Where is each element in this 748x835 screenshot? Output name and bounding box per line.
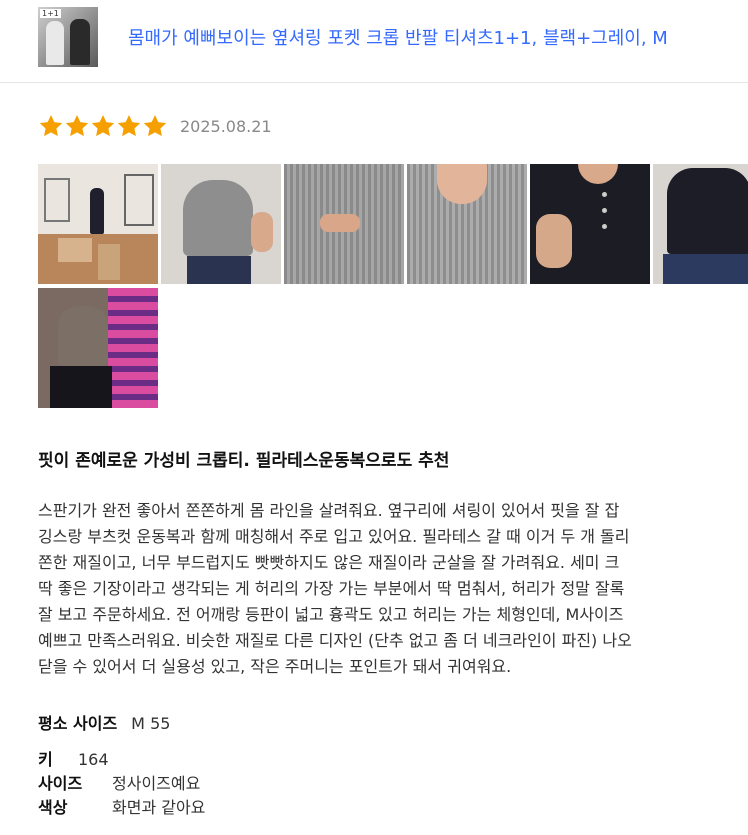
review-photo-5[interactable] [530, 164, 650, 284]
attribute-row-color: 색상 화면과 같아요 [38, 796, 205, 820]
review-body-line: 예쁘고 만족스러워요. 비슷한 재질로 다른 디자인 (단추 없고 좀 더 네크… [38, 631, 632, 650]
thumbnail-tag: 1+1 [40, 9, 61, 18]
attribute-key: 키 [38, 750, 53, 769]
review-body-line: 깅스랑 부츠컷 운동복과 함께 매칭해서 주로 입고 있어요. 필라테스 갈 때… [38, 527, 630, 546]
usual-size-label: 평소 사이즈 [38, 714, 118, 733]
star-icon [64, 113, 90, 139]
review-body: 스판기가 완전 좋아서 쫀쫀하게 몸 라인을 살려줘요. 옆구리에 셔링이 있어… [38, 498, 748, 680]
review-photo-4[interactable] [407, 164, 527, 284]
usual-size-row: 평소 사이즈 M 55 [38, 710, 170, 734]
review-photo-1[interactable] [38, 164, 158, 284]
review-photo-2[interactable] [161, 164, 281, 284]
attribute-key: 사이즈 [38, 774, 83, 793]
star-icon [116, 113, 142, 139]
usual-size-value: M 55 [131, 714, 171, 733]
attribute-key: 색상 [38, 798, 68, 817]
attribute-value: 화면과 같아요 [112, 798, 206, 817]
review-date: 2025.08.21 [180, 116, 272, 136]
review-photo-3[interactable] [284, 164, 404, 284]
product-thumbnail[interactable]: 1+1 [38, 7, 98, 67]
review-headline: 핏이 존예로운 가성비 크롭티. 필라테스운동복으로도 추천 [38, 451, 450, 471]
star-icon [38, 113, 64, 139]
review-body-line: 쫀한 재질이고, 너무 부드럽지도 빳빳하지도 않은 재질이라 군살을 잘 가려… [38, 553, 620, 572]
review-photo-grid [38, 164, 748, 410]
review-photo-7[interactable] [38, 288, 158, 408]
review-body-line: 닫을 수 있어서 더 실용성 있고, 작은 주머니는 포인트가 돼서 귀여워요. [38, 657, 512, 676]
rating-row: 2025.08.21 [38, 112, 272, 140]
attribute-row-height: 키 164 [38, 748, 205, 772]
review-photo-6[interactable] [653, 164, 748, 284]
star-icon [142, 113, 168, 139]
review-body-line: 잘 보고 주문하세요. 전 어깨랑 등판이 넓고 흉곽도 있고 허리는 가는 체… [38, 605, 624, 624]
attribute-value: 164 [78, 750, 109, 769]
star-icon [90, 113, 116, 139]
product-header: 1+1 몸매가 예뻐보이는 옆셔링 포켓 크롭 반팔 티셔츠1+1, 블랙+그레… [0, 0, 748, 83]
review-body-line: 딱 좋은 기장이라고 생각되는 게 허리의 가장 가는 부분에서 딱 멈춰서, … [38, 579, 625, 598]
thumbnail-figure-black [70, 19, 90, 65]
review-attributes: 키 164 사이즈 정사이즈예요 색상 화면과 같아요 [38, 748, 205, 820]
attribute-value: 정사이즈예요 [112, 774, 201, 793]
product-title-link[interactable]: 몸매가 예뻐보이는 옆셔링 포켓 크롭 반팔 티셔츠1+1, 블랙+그레이, M [128, 24, 740, 50]
review-body-line: 스판기가 완전 좋아서 쫀쫀하게 몸 라인을 살려줘요. 옆구리에 셔링이 있어… [38, 501, 620, 520]
thumbnail-figure-gray [46, 21, 64, 65]
attribute-row-size: 사이즈 정사이즈예요 [38, 772, 205, 796]
